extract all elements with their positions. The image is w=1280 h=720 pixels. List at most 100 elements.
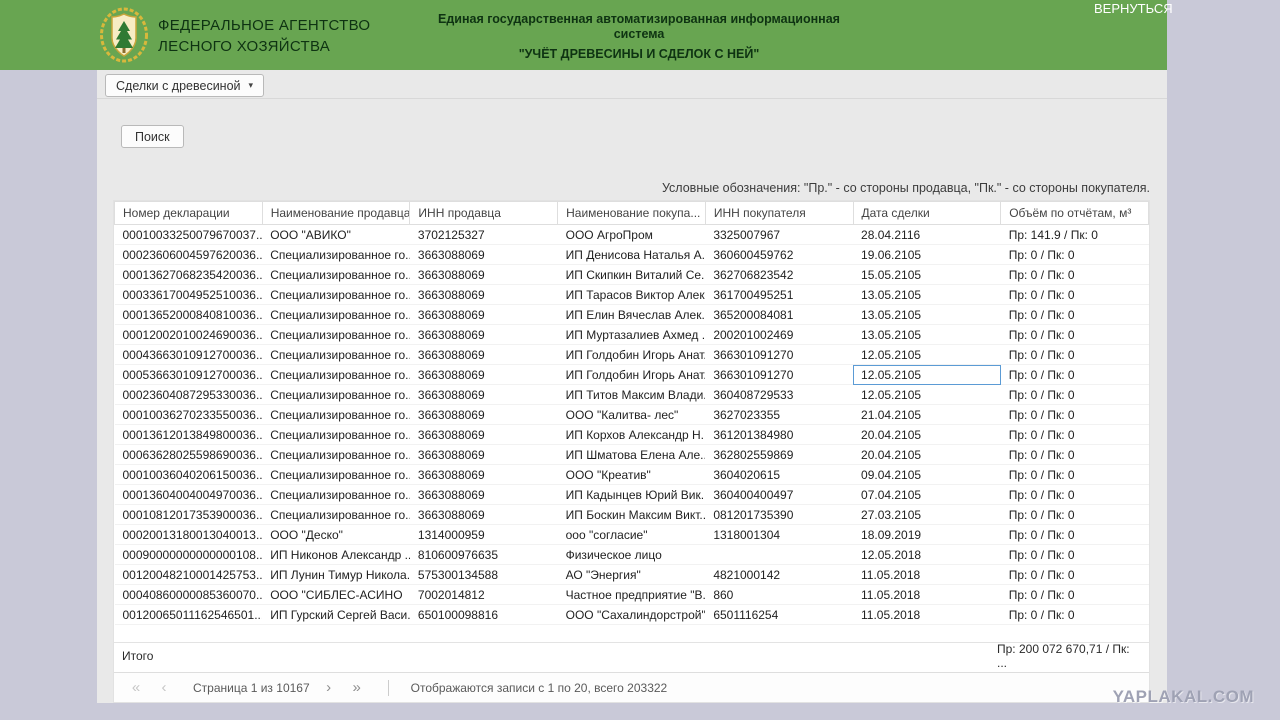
table-cell[interactable]: АО "Энергия": [557, 564, 706, 585]
table-cell[interactable]: 3663088069: [409, 484, 558, 505]
table-cell[interactable]: 3663088069: [409, 284, 558, 305]
table-cell[interactable]: ООО АгроПром: [557, 224, 706, 245]
table-cell[interactable]: 3325007967: [705, 224, 854, 245]
table-row[interactable]: 00090000000000000108... ИП Никонов Алекса…: [114, 544, 1149, 565]
table-cell[interactable]: Пр: 0 / Пк: 0: [1000, 364, 1149, 385]
column-header[interactable]: ИНН продавца: [409, 201, 559, 225]
table-cell[interactable]: 3663088069: [409, 464, 558, 485]
table-row[interactable]: 00063628025598690036... Специализированно…: [114, 444, 1149, 465]
table-row[interactable]: 00013612013849800036... Специализированно…: [114, 424, 1149, 445]
table-cell[interactable]: Пр: 0 / Пк: 0: [1000, 384, 1149, 405]
table-cell[interactable]: 3702125327: [409, 224, 558, 245]
table-cell[interactable]: [705, 544, 854, 565]
table-cell[interactable]: 11.05.2018: [853, 564, 1001, 585]
table-cell[interactable]: 12.05.2018: [853, 544, 1001, 565]
table-cell[interactable]: 00023604087295330036...: [114, 384, 263, 405]
table-cell[interactable]: Пр: 0 / Пк: 0: [1000, 604, 1149, 625]
table-cell[interactable]: 360400400497: [705, 484, 854, 505]
table-cell[interactable]: ООО "АВИКО": [262, 224, 410, 245]
table-cell[interactable]: Пр: 0 / Пк: 0: [1000, 344, 1149, 365]
table-row[interactable]: 00120048210001425753... ИП Лунин Тимур Ни…: [114, 564, 1149, 585]
table-cell[interactable]: ИП Никонов Александр ...: [262, 544, 410, 565]
table-cell[interactable]: 20.04.2105: [853, 424, 1001, 445]
table-cell[interactable]: 650100098816: [409, 604, 558, 625]
table-cell[interactable]: 3663088069: [409, 384, 558, 405]
table-cell[interactable]: Пр: 141.9 / Пк: 0: [1000, 224, 1149, 245]
table-cell[interactable]: Пр: 0 / Пк: 0: [1000, 404, 1149, 425]
table-cell[interactable]: Специализированное го...: [262, 244, 410, 265]
table-cell[interactable]: Специализированное го...: [262, 484, 410, 505]
table-cell[interactable]: 361201384980: [705, 424, 854, 445]
table-cell[interactable]: 12.05.2105: [853, 344, 1001, 365]
table-cell[interactable]: 3663088069: [409, 324, 558, 345]
table-cell[interactable]: 361700495251: [705, 284, 854, 305]
table-cell[interactable]: 15.05.2105: [853, 264, 1001, 285]
table-cell[interactable]: 13.05.2105: [853, 304, 1001, 325]
table-row[interactable]: 00013627068235420036... Специализированно…: [114, 264, 1149, 285]
table-cell[interactable]: Специализированное го...: [262, 424, 410, 445]
table-cell[interactable]: ИП Шматова Елена Але...: [557, 444, 706, 465]
deals-menu-button[interactable]: Сделки с древесиной ▾: [105, 74, 265, 97]
table-cell[interactable]: Частное предприятие "В...: [557, 584, 706, 605]
table-cell[interactable]: 00063628025598690036...: [114, 444, 263, 465]
table-cell[interactable]: Специализированное го...: [262, 384, 410, 405]
table-row[interactable]: 00010033250079670037... ООО "АВИКО" 370212…: [114, 224, 1149, 245]
column-header[interactable]: Наименование покупа...: [557, 201, 706, 225]
table-cell[interactable]: ООО "Сахалиндорстрой": [557, 604, 706, 625]
last-page-button[interactable]: »: [348, 679, 366, 696]
table-cell[interactable]: Пр: 0 / Пк: 0: [1000, 464, 1149, 485]
prev-page-button[interactable]: ‹: [155, 679, 173, 696]
table-cell[interactable]: 20.04.2105: [853, 444, 1001, 465]
table-cell[interactable]: 11.05.2018: [853, 584, 1001, 605]
table-cell[interactable]: 09.04.2105: [853, 464, 1001, 485]
table-cell[interactable]: 13.05.2105: [853, 324, 1001, 345]
table-cell[interactable]: ИП Голдобин Игорь Анат...: [557, 344, 706, 365]
table-cell[interactable]: 366301091270: [705, 364, 854, 385]
table-cell[interactable]: 00090000000000000108...: [114, 544, 263, 565]
table-cell[interactable]: 360408729533: [705, 384, 854, 405]
table-cell[interactable]: Специализированное го...: [262, 324, 410, 345]
table-cell[interactable]: Пр: 0 / Пк: 0: [1000, 444, 1149, 465]
table-cell[interactable]: 12.05.2105: [853, 364, 1001, 385]
column-header[interactable]: Наименование продавца: [261, 201, 411, 225]
table-cell[interactable]: 00010033250079670037...: [114, 224, 263, 245]
table-cell[interactable]: Пр: 0 / Пк: 0: [1000, 244, 1149, 265]
table-cell[interactable]: 00010036040206150036...: [114, 464, 263, 485]
table-cell[interactable]: ИП Тарасов Виктор Алек...: [557, 284, 706, 305]
table-cell[interactable]: ИП Елин Вячеслав Алек...: [557, 304, 706, 325]
table-cell[interactable]: 4821000142: [705, 564, 854, 585]
table-cell[interactable]: 00053663010912700036...: [114, 364, 263, 385]
table-cell[interactable]: 3663088069: [409, 504, 558, 525]
table-cell[interactable]: ООО "Креатив": [557, 464, 706, 485]
table-cell[interactable]: 00120065011162546501...: [114, 604, 263, 625]
table-row[interactable]: 00023606004597620036... Специализированно…: [114, 244, 1149, 265]
table-cell[interactable]: Пр: 0 / Пк: 0: [1000, 584, 1149, 605]
table-cell[interactable]: 200201002469: [705, 324, 854, 345]
table-cell[interactable]: Специализированное го...: [262, 444, 410, 465]
table-cell[interactable]: 3604020615: [705, 464, 854, 485]
column-header[interactable]: ИНН покупателя: [704, 201, 854, 225]
table-cell[interactable]: 3663088069: [409, 264, 558, 285]
table-cell[interactable]: 19.06.2105: [853, 244, 1001, 265]
table-cell[interactable]: 810600976635: [409, 544, 558, 565]
table-cell[interactable]: 860: [705, 584, 854, 605]
table-row[interactable]: 00053663010912700036... Специализированно…: [114, 364, 1149, 385]
table-cell[interactable]: ИП Корхов Александр Н...: [557, 424, 706, 445]
table-cell[interactable]: 3663088069: [409, 424, 558, 445]
next-page-button[interactable]: ›: [320, 679, 338, 696]
column-header[interactable]: Номер декларации: [114, 201, 263, 225]
table-cell[interactable]: 362802559869: [705, 444, 854, 465]
table-cell[interactable]: Специализированное го...: [262, 404, 410, 425]
table-cell[interactable]: ИП Титов Максим Влади...: [557, 384, 706, 405]
table-cell[interactable]: 3627023355: [705, 404, 854, 425]
table-cell[interactable]: 3663088069: [409, 404, 558, 425]
table-cell[interactable]: ИП Муртазалиев Ахмед ...: [557, 324, 706, 345]
table-cell[interactable]: 081201735390: [705, 504, 854, 525]
table-cell[interactable]: Специализированное го...: [262, 304, 410, 325]
table-cell[interactable]: ооо "согласие": [557, 524, 706, 545]
table-cell[interactable]: 00013612013849800036...: [114, 424, 263, 445]
table-cell[interactable]: 00023606004597620036...: [114, 244, 263, 265]
column-header[interactable]: Дата сделки: [852, 201, 1002, 225]
table-row[interactable]: 00010036040206150036... Специализированно…: [114, 464, 1149, 485]
table-cell[interactable]: 575300134588: [409, 564, 558, 585]
